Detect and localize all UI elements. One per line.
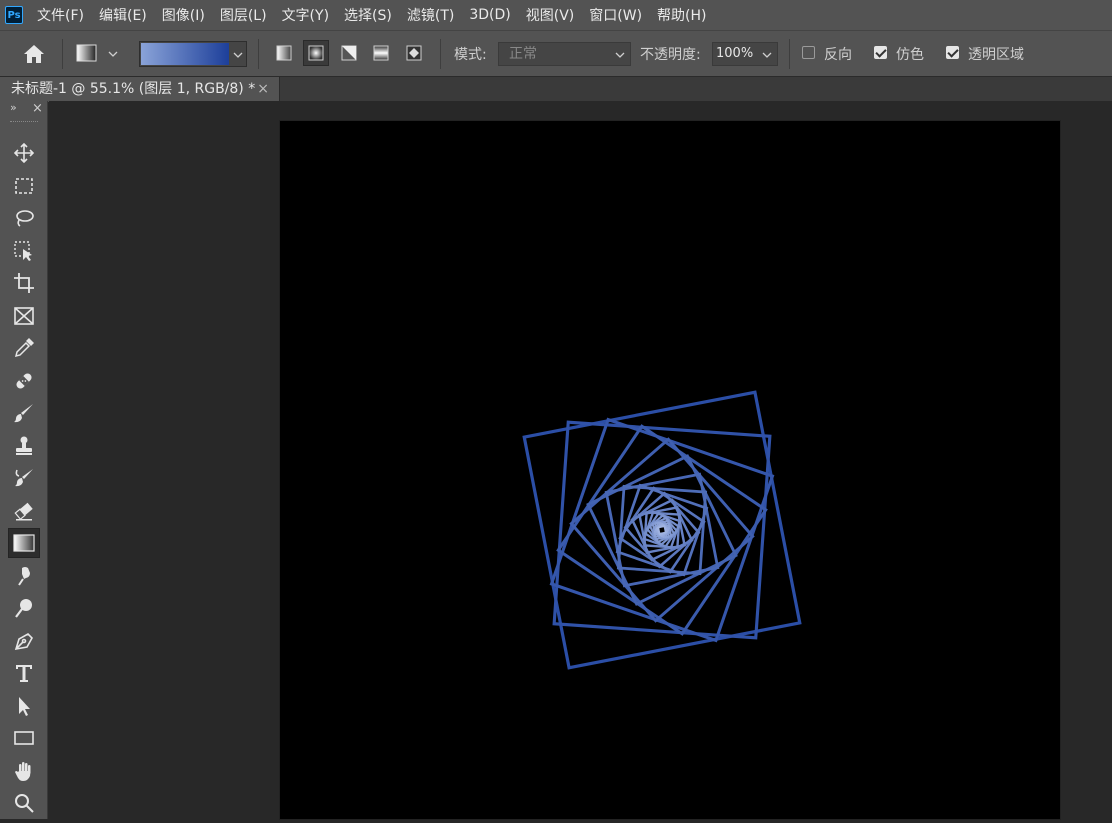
transparency-label: 透明区域 <box>968 47 1024 63</box>
menu-edit[interactable]: 编辑(E) <box>99 5 147 25</box>
dodge-tool-icon[interactable] <box>8 593 40 623</box>
menu-file[interactable]: 文件(F) <box>37 5 84 25</box>
menu-type[interactable]: 文字(Y) <box>282 5 329 25</box>
document-tab-title: 未标题-1 @ 55.1% (图层 1, RGB/8) * <box>11 81 256 97</box>
type-tool-icon[interactable] <box>8 658 40 688</box>
gradient-picker[interactable] <box>139 41 247 67</box>
pen-tool-icon[interactable] <box>8 626 40 656</box>
close-tab-icon[interactable]: × <box>257 77 269 101</box>
tool-preset-picker[interactable] <box>76 43 122 69</box>
frame-tool-icon[interactable] <box>8 301 40 331</box>
menu-layer[interactable]: 图层(L) <box>220 5 267 25</box>
spiral-square <box>616 484 708 576</box>
document-canvas[interactable] <box>280 121 1060 819</box>
menu-image[interactable]: 图像(I) <box>162 5 205 25</box>
spiral-square <box>615 483 709 577</box>
path-select-icon[interactable] <box>8 691 40 721</box>
transparency-checkbox[interactable] <box>946 46 959 59</box>
chevron-down-icon[interactable] <box>762 43 772 73</box>
dither-checkbox[interactable] <box>874 46 887 59</box>
clone-stamp-icon[interactable] <box>8 431 40 461</box>
tools-panel-header: » × <box>0 101 48 117</box>
photoshop-logo-icon[interactable]: Ps <box>5 6 23 24</box>
rectangle-tool-icon[interactable] <box>8 723 40 753</box>
spiral-square <box>618 486 706 574</box>
marquee-tool-icon[interactable] <box>8 171 40 201</box>
healing-brush-icon[interactable] <box>8 366 40 396</box>
opacity-label: 不透明度: <box>640 47 701 63</box>
diamond-gradient-icon[interactable] <box>401 40 427 66</box>
linear-gradient-icon[interactable] <box>271 40 297 66</box>
spiral-square <box>586 454 738 606</box>
spiral-square <box>556 424 768 636</box>
gradient-swatch[interactable] <box>141 43 229 65</box>
lasso-tool-icon[interactable] <box>8 203 40 233</box>
menu-help[interactable]: 帮助(H) <box>657 5 706 25</box>
opacity-value: 100% <box>716 46 754 61</box>
collapse-panel-icon[interactable]: » <box>10 101 17 114</box>
chevron-down-icon <box>615 43 625 73</box>
tools-panel: » × <box>0 101 48 819</box>
document-tab-bar: 未标题-1 @ 55.1% (图层 1, RGB/8) * × <box>0 76 1112 102</box>
reflected-gradient-icon[interactable] <box>368 40 394 66</box>
crop-tool-icon[interactable] <box>8 268 40 298</box>
document-tab[interactable]: 未标题-1 @ 55.1% (图层 1, RGB/8) * × <box>0 77 280 102</box>
menu-window[interactable]: 窗口(W) <box>589 5 642 25</box>
gradient-tool-icon[interactable] <box>8 528 40 558</box>
zoom-tool-icon[interactable] <box>8 788 40 818</box>
smudge-tool-icon[interactable] <box>8 561 40 591</box>
options-bar: 模式: 正常 不透明度: 100% 反向 仿色 透明区域 <box>0 30 1112 76</box>
spiral-square <box>549 417 775 643</box>
history-brush-icon[interactable] <box>8 463 40 493</box>
spiral-square <box>569 437 755 623</box>
panel-grip[interactable] <box>10 121 38 124</box>
spiral-square <box>522 390 802 670</box>
menu-select[interactable]: 选择(S) <box>344 5 392 25</box>
menu-bar: Ps 文件(F) 编辑(E) 图像(I) 图层(L) 文字(Y) 选择(S) 滤… <box>0 0 1112 30</box>
close-panel-icon[interactable]: × <box>32 101 43 116</box>
dither-label: 仿色 <box>896 47 924 63</box>
eraser-tool-icon[interactable] <box>8 496 40 526</box>
brush-tool-icon[interactable] <box>8 398 40 428</box>
hand-tool-icon[interactable] <box>8 756 40 786</box>
move-tool-icon[interactable] <box>8 138 40 168</box>
opacity-input[interactable]: 100% <box>712 42 778 66</box>
mode-label: 模式: <box>454 47 487 63</box>
object-select-tool-icon[interactable] <box>8 236 40 266</box>
angle-gradient-icon[interactable] <box>336 40 362 66</box>
blend-mode-select[interactable]: 正常 <box>498 42 631 66</box>
chevron-down-icon[interactable] <box>232 44 244 68</box>
blend-mode-value: 正常 <box>509 46 537 62</box>
home-icon[interactable] <box>22 43 46 69</box>
spiral-square <box>552 420 772 640</box>
spiral-square <box>657 525 667 535</box>
menu-filter[interactable]: 滤镜(T) <box>407 5 454 25</box>
eyedropper-tool-icon[interactable] <box>8 333 40 363</box>
spiral-squares-artwork <box>522 390 802 670</box>
reverse-label: 反向 <box>824 47 852 63</box>
radial-gradient-icon[interactable] <box>303 40 329 66</box>
menu-3d[interactable]: 3D(D) <box>469 7 510 23</box>
reverse-checkbox[interactable] <box>802 46 815 59</box>
menu-view[interactable]: 视图(V) <box>526 5 575 25</box>
spiral-square <box>643 511 681 549</box>
